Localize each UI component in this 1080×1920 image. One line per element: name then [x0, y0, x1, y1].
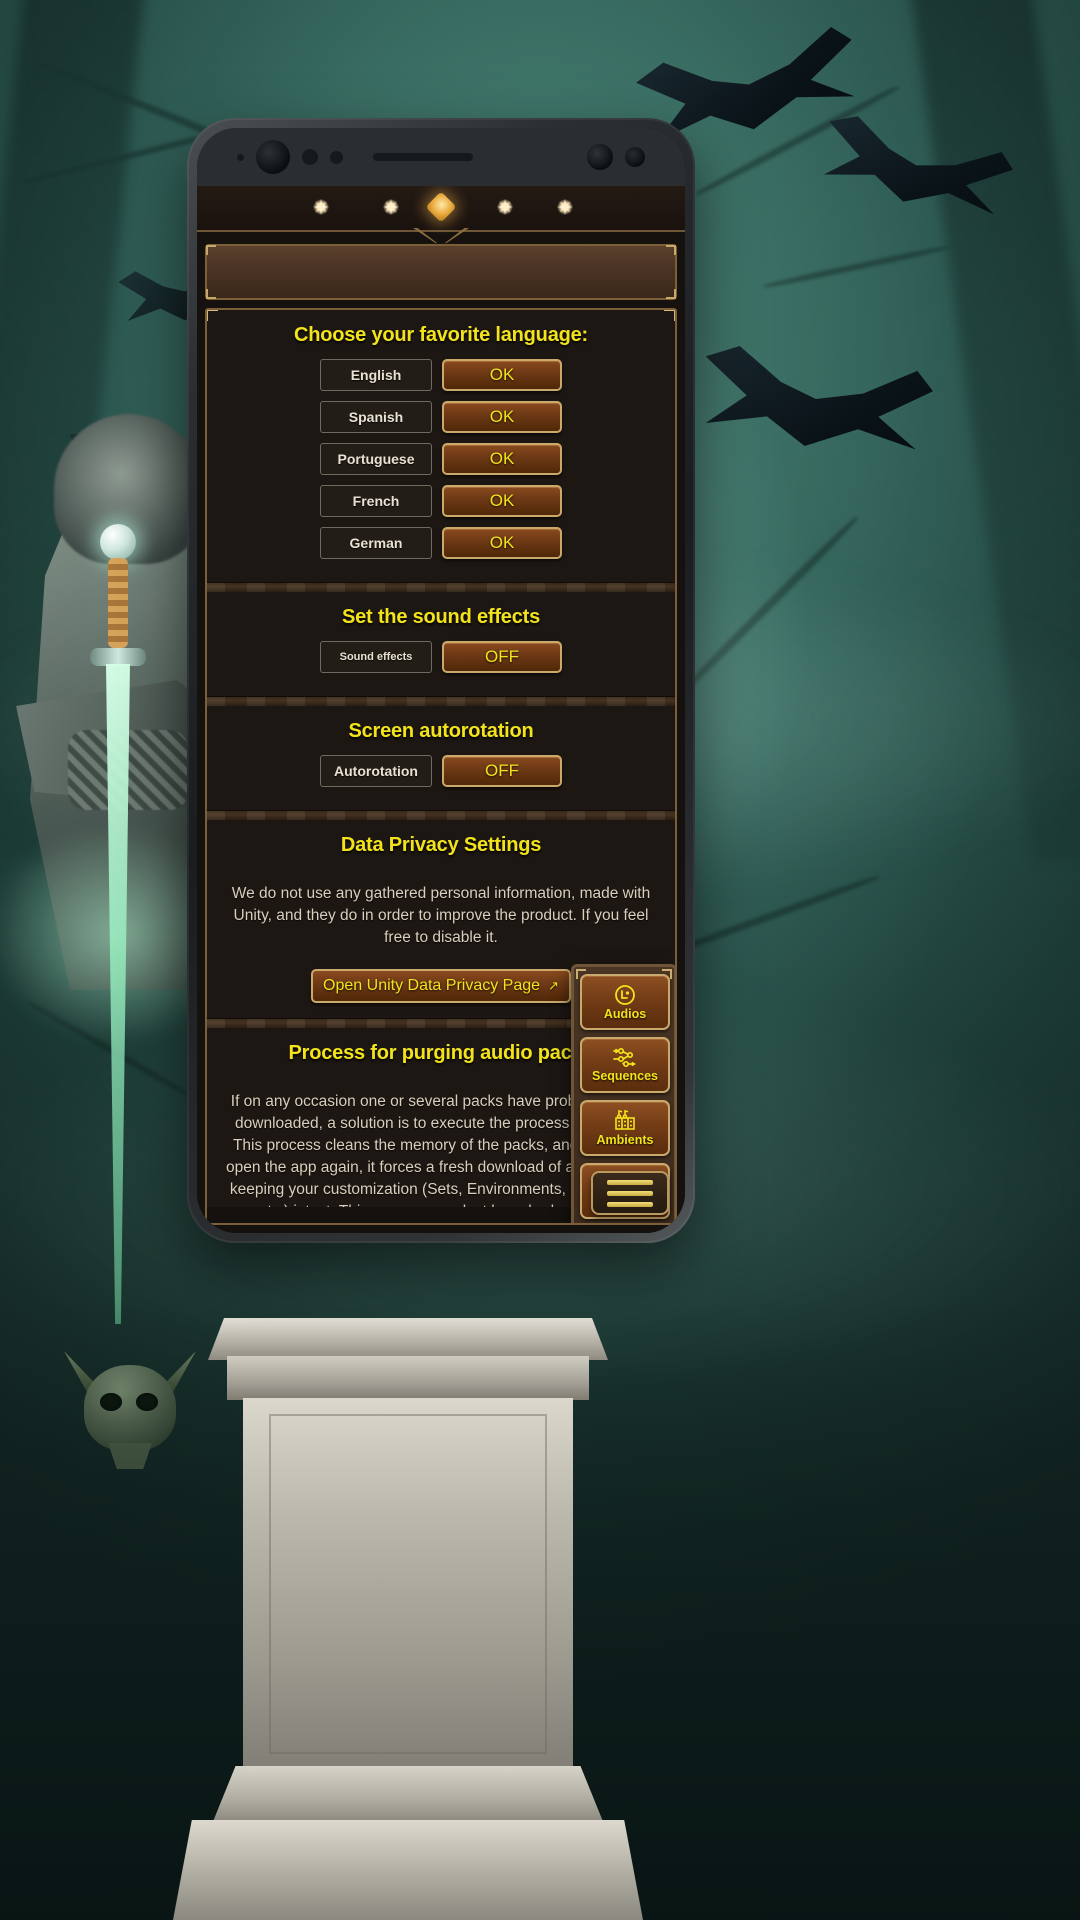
sound-section-title: Set the sound effects [341, 606, 541, 628]
language-row-portuguese: Portuguese OK [207, 443, 675, 475]
language-label-french: French [320, 485, 432, 517]
earpiece-speaker-icon [373, 153, 473, 161]
center-gem-icon [425, 191, 457, 223]
section-language: Choose your favorite language: English O… [207, 310, 675, 583]
hamburger-line-icon [607, 1190, 653, 1196]
language-ok-button-english[interactable]: OK [442, 359, 562, 391]
autorotation-section-title: Screen autorotation [348, 720, 534, 742]
top-banner [205, 244, 677, 300]
phone-device: Choose your favorite language: English O… [187, 118, 695, 1243]
section-autorotation: Screen autorotation Autorotation OFF [207, 706, 675, 811]
menu-item-label: Ambients [596, 1133, 654, 1148]
hamburger-line-icon [607, 1201, 653, 1207]
section-divider [207, 583, 675, 592]
sequences-nodes-icon [612, 1047, 638, 1069]
language-label-german: German [320, 527, 432, 559]
autorotation-toggle-button[interactable]: OFF [442, 755, 562, 787]
external-link-icon: ↗ [548, 978, 559, 993]
language-row-spanish: Spanish OK [207, 401, 675, 433]
language-row-german: German OK [207, 527, 675, 559]
language-label-portuguese: Portuguese [320, 443, 432, 475]
proximity-sensor-icon [302, 149, 318, 165]
language-ok-button-french[interactable]: OK [442, 485, 562, 517]
language-label-english: English [320, 359, 432, 391]
star-ornament-icon [557, 199, 573, 215]
game-screen: Choose your favorite language: English O… [197, 186, 685, 1233]
glowing-sword [0, 524, 256, 1354]
language-section-title: Choose your favorite language: [293, 324, 589, 346]
section-divider [207, 811, 675, 820]
ambients-music-icon [612, 1109, 638, 1133]
sound-row: Sound effects OFF [207, 641, 675, 673]
tertiary-camera-icon [625, 147, 645, 167]
hamburger-line-icon [607, 1179, 653, 1185]
menu-item-ambients[interactable]: Ambients [580, 1100, 670, 1156]
raven [691, 315, 940, 496]
sound-effects-toggle-button[interactable]: OFF [442, 641, 562, 673]
star-ornament-icon [497, 199, 513, 215]
star-ornament-icon [313, 199, 329, 215]
language-ok-button-portuguese[interactable]: OK [442, 443, 562, 475]
language-row-english: English OK [207, 359, 675, 391]
menu-item-sequences[interactable]: Sequences [580, 1037, 670, 1093]
language-ok-button-german[interactable]: OK [442, 527, 562, 559]
section-divider [207, 697, 675, 706]
language-ok-button-spanish[interactable]: OK [442, 401, 562, 433]
language-label-spanish: Spanish [320, 401, 432, 433]
stone-pedestal [168, 1220, 648, 1920]
section-sound: Set the sound effects Sound effects OFF [207, 592, 675, 697]
star-ornament-icon [383, 199, 399, 215]
hamburger-menu-button[interactable] [591, 1171, 669, 1215]
menu-item-label: Sequences [591, 1069, 658, 1084]
light-sensor-icon [330, 150, 343, 164]
sensor-dot-icon [237, 153, 244, 161]
autorotation-label: Autorotation [320, 755, 432, 787]
open-unity-privacy-page-label: Open Unity Data Privacy Page [323, 977, 541, 994]
autorotation-row: Autorotation OFF [207, 755, 675, 787]
open-unity-privacy-page-button[interactable]: Open Unity Data Privacy Page ↗ [311, 969, 571, 1003]
phone-bezel [197, 128, 685, 186]
privacy-section-title: Data Privacy Settings [340, 834, 542, 856]
phone-screen: Choose your favorite language: English O… [197, 128, 685, 1233]
language-row-french: French OK [207, 485, 675, 517]
privacy-body-text: We do not use any gathered personal info… [231, 885, 651, 946]
audio-disc-icon [613, 983, 637, 1007]
ornament-bar [197, 186, 685, 232]
menu-item-label: Audios [603, 1007, 647, 1022]
menu-item-audios[interactable]: Audios [580, 974, 670, 1030]
secondary-camera-icon [587, 144, 613, 170]
front-camera-icon [256, 140, 290, 174]
sound-effects-label: Sound effects [320, 641, 432, 673]
options-panel: Choose your favorite language: English O… [205, 308, 677, 1225]
